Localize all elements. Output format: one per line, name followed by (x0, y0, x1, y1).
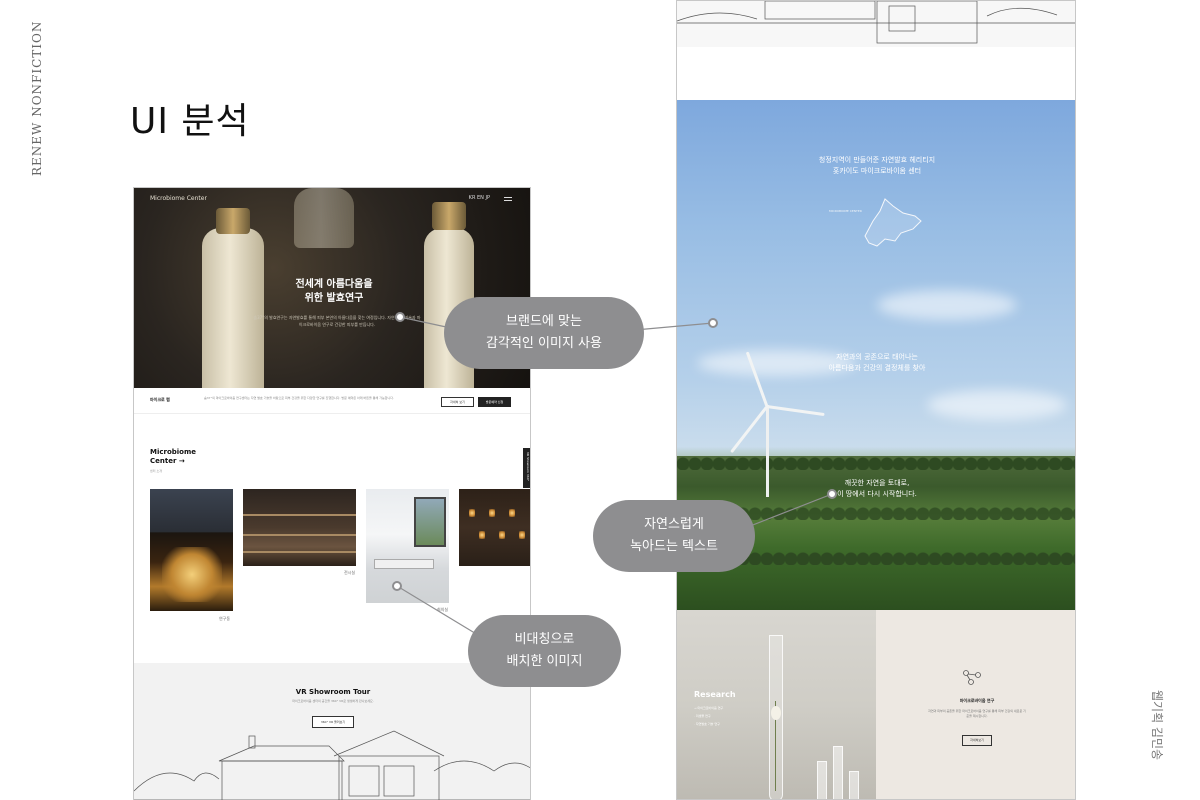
callout-image: 브랜드에 맞는 감각적인 이미지 사용 (444, 297, 644, 369)
vr-title: VR Showroom Tour (295, 688, 371, 696)
panel-description: 자연과 피부의 공존을 위한 마이크로바이옴 연구를 통해 피부 건강의 새로운… (928, 709, 1026, 718)
wind-turbine (766, 405, 769, 497)
language-nav[interactable]: KR EN JP (469, 195, 490, 201)
right-website-mockup: 청정지역이 만들어준 자연발효 헤리티지 홋카이도 마이크로바이옴 센터 MIC… (676, 0, 1076, 800)
left-website-mockup: Microbiome Center KR EN JP 전세계 아름다움을 위한 … (133, 187, 531, 800)
flower-icon (771, 706, 781, 720)
site-logo[interactable]: Microbiome Center (150, 195, 207, 202)
vr-showroom-tab[interactable]: VR Showroom 360° (523, 448, 530, 488)
hero-headline: 전세계 아름다움을 위한 발효연구 (295, 279, 373, 304)
callout-text: 자연스럽게 녹아드는 텍스트 (593, 500, 755, 572)
photo-caption: 회의실 (437, 607, 449, 612)
research-panel (876, 610, 1075, 799)
molecule-icon (963, 670, 981, 685)
map-label: MICROBIOME CENTER (829, 209, 862, 213)
panel-more-button[interactable]: 자세히보기 (962, 735, 992, 746)
section-subtitle: 센터 소개 (150, 469, 162, 473)
hokkaido-map-icon (864, 198, 922, 247)
info-label: 마이크로 랩 (150, 397, 170, 402)
photo-caption: 연구동 (219, 616, 231, 621)
meeting-room-photo[interactable] (366, 489, 449, 603)
info-text: 숨37°의 마이크로바이옴 연구센터는 자연 발효 기술을 바탕으로 피부 건강… (204, 396, 394, 400)
callout-marker (827, 489, 837, 499)
reservation-button[interactable]: 방문예약 신청 (478, 397, 511, 407)
nature-text: 깨끗한 자연을 토대로, 이 땅에서 다시 시작합니다. (837, 479, 917, 498)
research-menu-item[interactable]: · 미생물 연구 (694, 714, 711, 718)
coexistence-text: 자연과의 공존으로 태어나는 아름다움과 건강의 결정체를 찾아 (828, 353, 926, 372)
house-line-drawing (134, 730, 530, 800)
side-brand-label: RENEW NONFICTION (30, 20, 44, 176)
details-button[interactable]: 자세히 보기 (441, 397, 474, 407)
callout-layout: 비대칭으로 배치한 이미지 (468, 615, 621, 687)
house-line-drawing-top (677, 1, 1075, 47)
callout-marker (395, 312, 405, 322)
exhibition-room-photo[interactable] (243, 489, 356, 566)
microbiome-center-link[interactable]: Microbiome Center → (150, 448, 250, 466)
candle-display-photo[interactable] (459, 489, 530, 566)
research-heading: Research (694, 690, 736, 699)
menu-icon[interactable] (504, 197, 512, 201)
vr-description: 마이크로바이옴 센터의 공간을 360° VR로 생생하게 만나보세요. (292, 699, 374, 703)
callout-marker (392, 581, 402, 591)
callout-marker (708, 318, 718, 328)
research-building-photo[interactable] (150, 489, 233, 611)
photo-caption: 전시실 (344, 570, 356, 575)
research-menu-item[interactable]: · 자연발효 기술 연구 (694, 722, 720, 726)
side-author-label: 웹기획 김민송 (1150, 690, 1164, 761)
research-menu-item[interactable]: → 마이크로바이옴 연구 (694, 706, 723, 710)
heritage-text: 청정지역이 만들어준 자연발효 헤리티지 홋카이도 마이크로바이옴 센터 (818, 156, 936, 175)
page-title: UI 분석 (130, 101, 250, 142)
panel-title: 마이크로바이옴 연구 (959, 698, 995, 703)
